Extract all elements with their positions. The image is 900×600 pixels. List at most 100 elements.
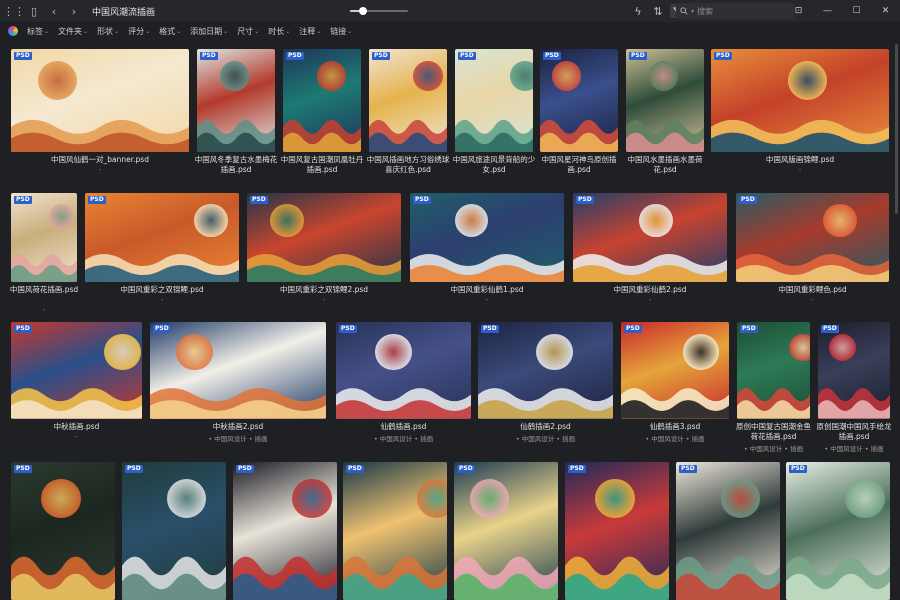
asset-filename[interactable]: 中国风版画锦鲤.psd (707, 155, 893, 165)
filter-dropdown[interactable]: 添加日期 ⌄ (190, 26, 228, 37)
filter-dropdown[interactable]: 链接 ⌄ (330, 26, 352, 37)
asset-filename[interactable]: 仙鹤插画.psd (332, 422, 475, 432)
asset-thumbnail[interactable]: PSD (410, 193, 564, 282)
asset-thumbnail[interactable]: PSD (786, 462, 890, 600)
asset-filename[interactable]: 中国风复古国潮凤凰牡丹插画.psd (279, 155, 365, 175)
asset-thumbnail[interactable]: PSD (369, 49, 447, 152)
asset-filename[interactable]: 中国风重彩鲤色.psd (732, 285, 893, 295)
chevron-down-icon[interactable]: ▾ (691, 8, 694, 15)
color-filter-icon[interactable] (8, 26, 18, 36)
asset-filename[interactable]: 中国风插画地方习俗绣球喜庆红色.psd (365, 155, 451, 175)
asset-meta: - (75, 433, 78, 441)
asset-thumbnail[interactable]: PSD (455, 49, 533, 152)
asset-thumbnail[interactable]: PSD (540, 49, 618, 152)
asset-thumbnail[interactable]: PSD (11, 322, 142, 419)
maximize-icon[interactable]: ☐ (842, 0, 871, 22)
artwork-sun-shape (292, 478, 332, 519)
asset-filename[interactable]: 原创中国复古国潮金鱼荷花插画.psd (733, 422, 814, 442)
asset-thumbnail[interactable]: PSD (565, 462, 669, 600)
psd-badge: PSD (576, 196, 594, 204)
asset-thumbnail[interactable]: PSD (343, 462, 447, 600)
filter-dropdown[interactable]: 尺寸 ⌄ (237, 26, 259, 37)
artwork-wave-shape (85, 253, 239, 282)
asset-thumbnail[interactable]: PSD (150, 322, 326, 419)
filter-label: 添加日期 (190, 26, 223, 36)
asset-filename[interactable]: 原创国潮中国风手绘龙插画.psd (814, 422, 894, 442)
sort-icon[interactable]: ⇅ (650, 3, 666, 19)
psd-badge: PSD (372, 52, 390, 60)
asset-tags: • 中国风设计 • 插画 (208, 435, 268, 443)
asset-filename[interactable]: 仙鹤插画2.psd (474, 422, 617, 432)
thumbnail-size-slider[interactable] (350, 7, 408, 15)
psd-badge: PSD (821, 325, 839, 333)
forward-arrow-icon[interactable]: › (66, 3, 82, 19)
asset-thumbnail[interactable]: PSD (247, 193, 401, 282)
asset-tags: • 中国风设计 • 插画 (515, 435, 576, 443)
asset-thumbnail[interactable]: PSD (478, 322, 613, 419)
back-arrow-icon[interactable]: ‹ (46, 3, 62, 19)
filter-dropdown[interactable]: 时长 ⌄ (268, 26, 290, 37)
filter-dropdown[interactable]: 格式 ⌄ (159, 26, 181, 37)
asset-meta: - (160, 296, 164, 304)
asset-thumbnail[interactable]: PSD (626, 49, 704, 152)
search-input[interactable] (697, 6, 778, 16)
asset-filename[interactable]: 中国风重彩之双锦鲤.psd (81, 285, 243, 295)
psd-badge: PSD (458, 52, 476, 60)
psd-badge: PSD (14, 465, 32, 473)
asset-thumbnail[interactable]: PSD (818, 322, 890, 419)
artwork-sun-shape (176, 333, 214, 371)
artwork-sun-shape (270, 203, 304, 238)
asset-thumbnail[interactable]: PSD (711, 49, 889, 152)
pin-icon[interactable]: ⊡ (784, 0, 813, 22)
artwork-wave-shape (11, 253, 77, 282)
asset-meta: - (42, 306, 46, 314)
asset-filename[interactable]: 中国风仙鹤一对_banner.psd (7, 155, 193, 165)
asset-meta: - (648, 296, 652, 304)
artwork-wave-shape (478, 388, 613, 419)
asset-thumbnail[interactable]: PSD (737, 322, 810, 419)
app-menu-icon[interactable]: ⋮⋮ (3, 3, 25, 19)
asset-thumbnail[interactable]: PSD (336, 322, 471, 419)
psd-badge: PSD (481, 325, 499, 333)
asset-thumbnail[interactable]: PSD (621, 322, 729, 419)
filter-dropdown[interactable]: 文件夹 ⌄ (58, 26, 88, 37)
asset-filename[interactable]: 中国风水墨插画水墨荷花.psd (622, 155, 708, 175)
filter-dropdown[interactable]: 形状 ⌄ (97, 26, 119, 37)
asset-filename[interactable]: 中国风荷花插画.psd (7, 285, 81, 295)
asset-thumbnail[interactable]: PSD (85, 193, 239, 282)
asset-thumbnail[interactable]: PSD (454, 462, 558, 600)
asset-thumbnail[interactable]: PSD (676, 462, 780, 600)
filter-dropdown[interactable]: 注释 ⌄ (299, 26, 321, 37)
filter-label: 尺寸 (237, 26, 254, 36)
asset-thumbnail[interactable]: PSD (11, 49, 189, 152)
asset-filename[interactable]: 中秋插画.psd (7, 422, 146, 432)
search-box[interactable]: ▾ (676, 3, 794, 19)
asset-thumbnail[interactable]: PSD (736, 193, 889, 282)
artwork-wave-shape (343, 556, 447, 600)
artwork-wave-shape (247, 253, 401, 282)
slider-knob[interactable] (358, 7, 367, 15)
asset-thumbnail[interactable]: PSD (573, 193, 727, 282)
sidebar-toggle-icon[interactable]: ▯ (26, 3, 42, 19)
asset-filename[interactable]: 仙鹤插画3.psd (617, 422, 733, 432)
minimize-icon[interactable]: — (813, 0, 842, 22)
asset-filename[interactable]: 中国风星河神鸟原创插画.psd (536, 155, 622, 175)
scrollbar[interactable] (895, 44, 898, 214)
asset-filename[interactable]: 中国风旅途风景背船的少女.psd (451, 155, 537, 175)
asset-thumbnail[interactable]: PSD (11, 193, 77, 282)
asset-thumbnail[interactable]: PSD (283, 49, 361, 152)
filter-dropdown[interactable]: 评分 ⌄ (128, 26, 150, 37)
filter-dropdown[interactable]: 标签 ⌄ (27, 26, 49, 37)
close-icon[interactable]: ✕ (871, 0, 900, 22)
asset-filename[interactable]: 中国风重彩之双锦鲤2.psd (243, 285, 405, 295)
asset-filename[interactable]: 中国风重彩仙鹤1.psd (406, 285, 568, 295)
asset-thumbnail[interactable]: PSD (122, 462, 226, 600)
asset-filename[interactable]: 中国风重彩仙鹤2.psd (569, 285, 731, 295)
asset-filename[interactable]: 中国风冬季复古水墨梅花插画.psd (193, 155, 279, 175)
lightning-icon[interactable]: ϟ (630, 3, 646, 19)
asset-filename[interactable]: 中秋插画2.psd (146, 422, 330, 432)
artwork-wave-shape (621, 388, 729, 419)
asset-thumbnail[interactable]: PSD (197, 49, 275, 152)
asset-thumbnail[interactable]: PSD (233, 462, 337, 600)
asset-thumbnail[interactable]: PSD (11, 462, 115, 600)
